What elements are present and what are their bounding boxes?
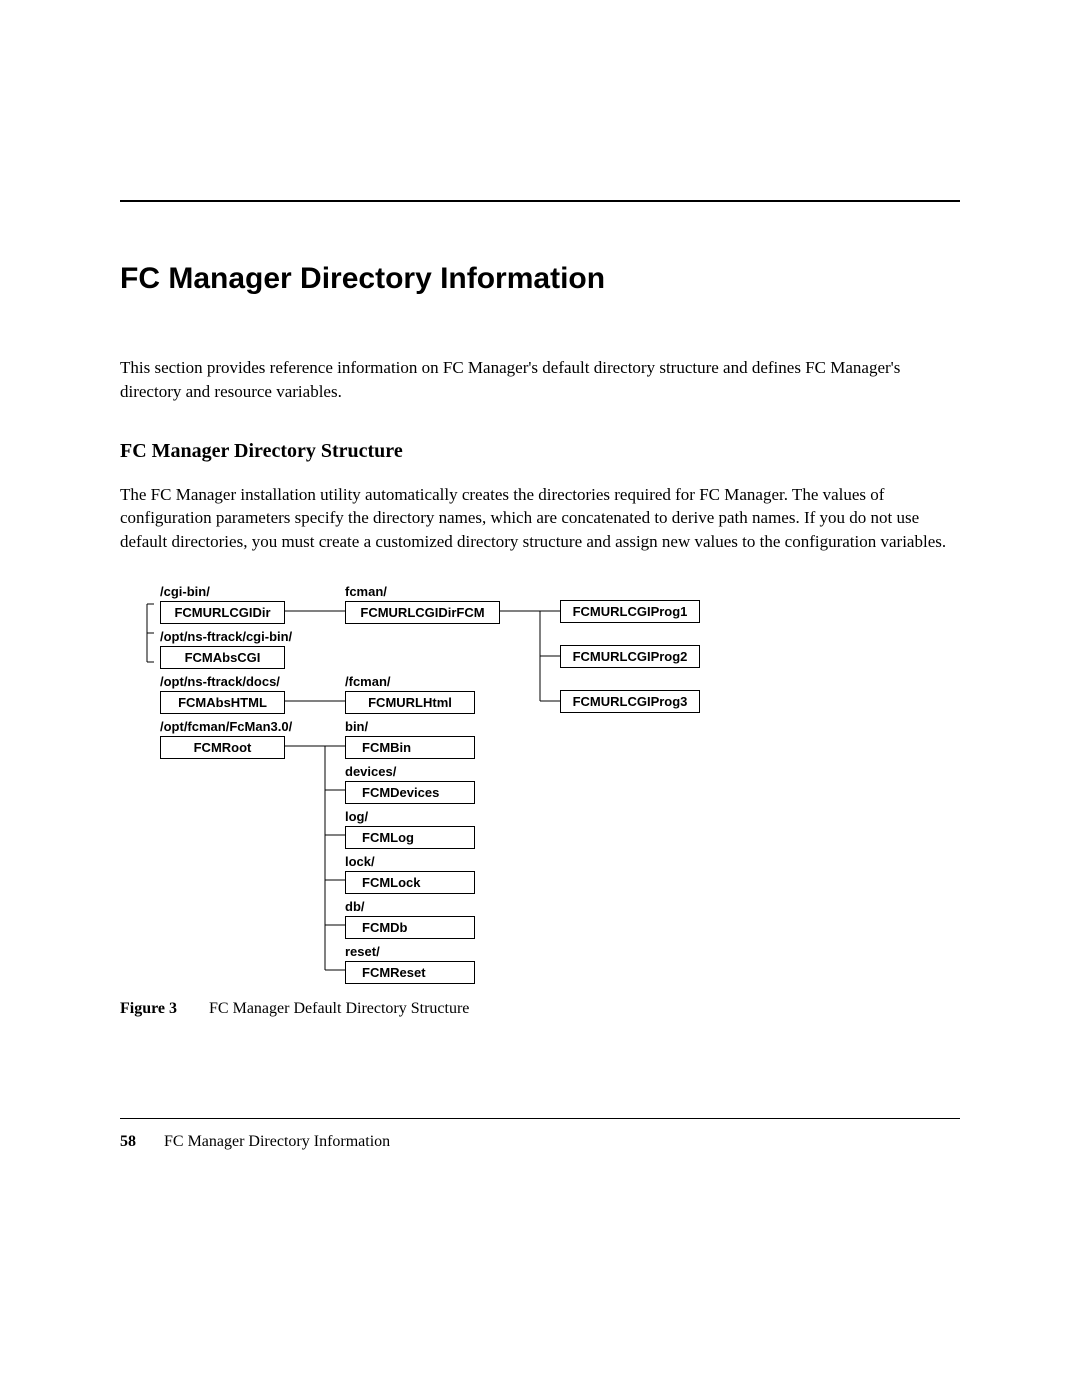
figure-caption: Figure 3 FC Manager Default Directory St… [120, 1000, 960, 1018]
node-label: /opt/ns-ftrack/cgi-bin/ [160, 629, 292, 644]
node-label: /cgi-bin/ [160, 584, 285, 599]
node-label: reset/ [345, 944, 475, 959]
node-label: /opt/fcman/FcMan3.0/ [160, 719, 292, 734]
node-box-fcmdb: FCMDb [345, 916, 475, 939]
node-fcman: fcman/ FCMURLCGIDirFCM [345, 584, 500, 624]
rule-top [120, 200, 960, 202]
node-box-fcmreset: FCMReset [345, 961, 475, 984]
node-box-fcmabscgi: FCMAbsCGI [160, 646, 285, 669]
node-db: db/ FCMDb [345, 899, 475, 939]
node-box-fcmlock: FCMLock [345, 871, 475, 894]
node-prog3: FCMURLCGIProg3 [560, 690, 700, 713]
node-bin: bin/ FCMBin [345, 719, 475, 759]
node-lock: lock/ FCMLock [345, 854, 475, 894]
node-box-fcmurlhtml: FCMURLHtml [345, 691, 475, 714]
body-paragraph: The FC Manager installation utility auto… [120, 483, 960, 554]
node-box-fcmurlcgiprog2: FCMURLCGIProg2 [560, 645, 700, 668]
node-log: log/ FCMLog [345, 809, 475, 849]
node-box-fcmroot: FCMRoot [160, 736, 285, 759]
figure-text: FC Manager Default Directory Structure [209, 1000, 469, 1017]
node-devices: devices/ FCMDevices [345, 764, 475, 804]
node-prog1: FCMURLCGIProg1 [560, 600, 700, 623]
node-reset: reset/ FCMReset [345, 944, 475, 984]
node-urlhtml: /fcman/ FCMURLHtml [345, 674, 475, 714]
node-box-fcmurlcgidirfcm: FCMURLCGIDirFCM [345, 601, 500, 624]
figure-label: Figure 3 [120, 1000, 177, 1017]
node-abshtml: /opt/ns-ftrack/docs/ FCMAbsHTML [160, 674, 285, 714]
node-prog2: FCMURLCGIProg2 [560, 645, 700, 668]
node-cgi-bin: /cgi-bin/ FCMURLCGIDir [160, 584, 285, 624]
footer-text: FC Manager Directory Information [164, 1133, 390, 1150]
node-box-fcmurlcgiprog3: FCMURLCGIProg3 [560, 690, 700, 713]
node-label: devices/ [345, 764, 475, 779]
section-heading: FC Manager Directory Structure [120, 440, 960, 463]
page-title: FC Manager Directory Information [120, 262, 960, 296]
node-label: db/ [345, 899, 475, 914]
node-box-fcmbin: FCMBin [345, 736, 475, 759]
node-box-fcmabshtml: FCMAbsHTML [160, 691, 285, 714]
rule-bottom [120, 1118, 960, 1119]
node-label: /opt/ns-ftrack/docs/ [160, 674, 285, 689]
node-box-fcmdevices: FCMDevices [345, 781, 475, 804]
directory-diagram: /cgi-bin/ FCMURLCGIDir /opt/ns-ftrack/cg… [130, 584, 770, 984]
page: FC Manager Directory Information This se… [0, 0, 1080, 1231]
node-label: fcman/ [345, 584, 500, 599]
node-abscgi: /opt/ns-ftrack/cgi-bin/ FCMAbsCGI [160, 629, 292, 669]
page-number: 58 [120, 1133, 136, 1150]
page-footer: 58 FC Manager Directory Information [120, 1133, 960, 1151]
node-label: log/ [345, 809, 475, 824]
node-fcmroot: /opt/fcman/FcMan3.0/ FCMRoot [160, 719, 292, 759]
node-label: lock/ [345, 854, 475, 869]
node-box-fcmlog: FCMLog [345, 826, 475, 849]
node-box-fcmurlcgidir: FCMURLCGIDir [160, 601, 285, 624]
intro-paragraph: This section provides reference informat… [120, 356, 960, 404]
node-box-fcmurlcgiprog1: FCMURLCGIProg1 [560, 600, 700, 623]
node-label: bin/ [345, 719, 475, 734]
node-label: /fcman/ [345, 674, 475, 689]
